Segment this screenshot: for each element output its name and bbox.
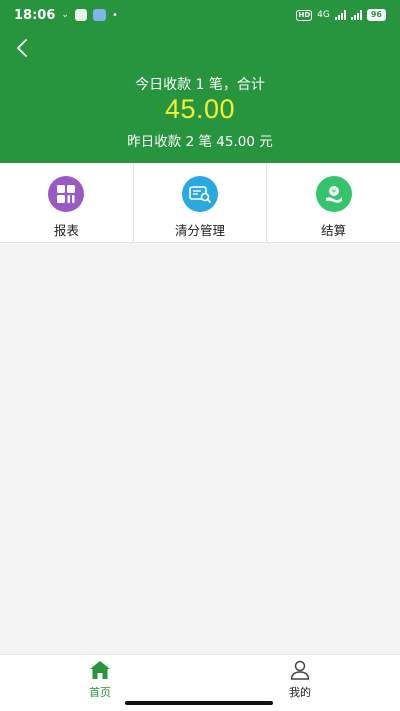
battery-icon: 96 xyxy=(366,9,386,21)
menu-label-settlement: 结算 xyxy=(321,223,347,238)
yesterday-summary: 昨日收款 2 笔 45.00 元 xyxy=(127,134,273,150)
back-button[interactable] xyxy=(12,36,36,60)
hd-icon: HD xyxy=(296,9,313,21)
tab-home-label: 首页 xyxy=(89,686,111,699)
chevron-down-icon: ⌄ xyxy=(61,10,69,20)
chevron-left-icon xyxy=(17,39,27,57)
user-icon xyxy=(290,660,310,680)
app-notification-icon xyxy=(74,9,87,21)
menu-item-report[interactable]: 报表 xyxy=(0,163,134,242)
home-indicator xyxy=(125,701,273,705)
menu-label-report: 报表 xyxy=(53,223,79,238)
card-search-icon xyxy=(182,176,218,212)
status-time: 18:06 xyxy=(14,7,56,23)
dot-icon: • xyxy=(111,9,118,21)
tab-mine-label: 我的 xyxy=(289,686,311,699)
network-type: 4G xyxy=(317,10,330,20)
signal-icon xyxy=(350,10,362,20)
status-bar: 18:06 ⌄ • HD 4G 96 xyxy=(0,0,400,30)
signal-icon xyxy=(334,10,346,20)
home-icon xyxy=(90,661,110,679)
app-notification-icon xyxy=(92,9,106,21)
settlement-hand-icon: ¥ xyxy=(315,176,352,212)
report-grid-icon xyxy=(48,176,85,212)
menu-item-clearing[interactable]: 清分管理 xyxy=(134,163,268,242)
function-menu: 报表 清分管理 ¥ 结算 xyxy=(0,163,400,243)
header-banner: 18:06 ⌄ • HD 4G 96 今日收款 1 笔，合计 45.00 昨日收… xyxy=(0,0,400,163)
today-summary: 今日收款 1 笔，合计 xyxy=(135,77,265,93)
svg-text:¥: ¥ xyxy=(331,188,336,196)
menu-label-clearing: 清分管理 xyxy=(175,223,226,238)
menu-item-settlement[interactable]: ¥ 结算 xyxy=(267,163,400,242)
today-amount: 45.00 xyxy=(164,94,236,124)
